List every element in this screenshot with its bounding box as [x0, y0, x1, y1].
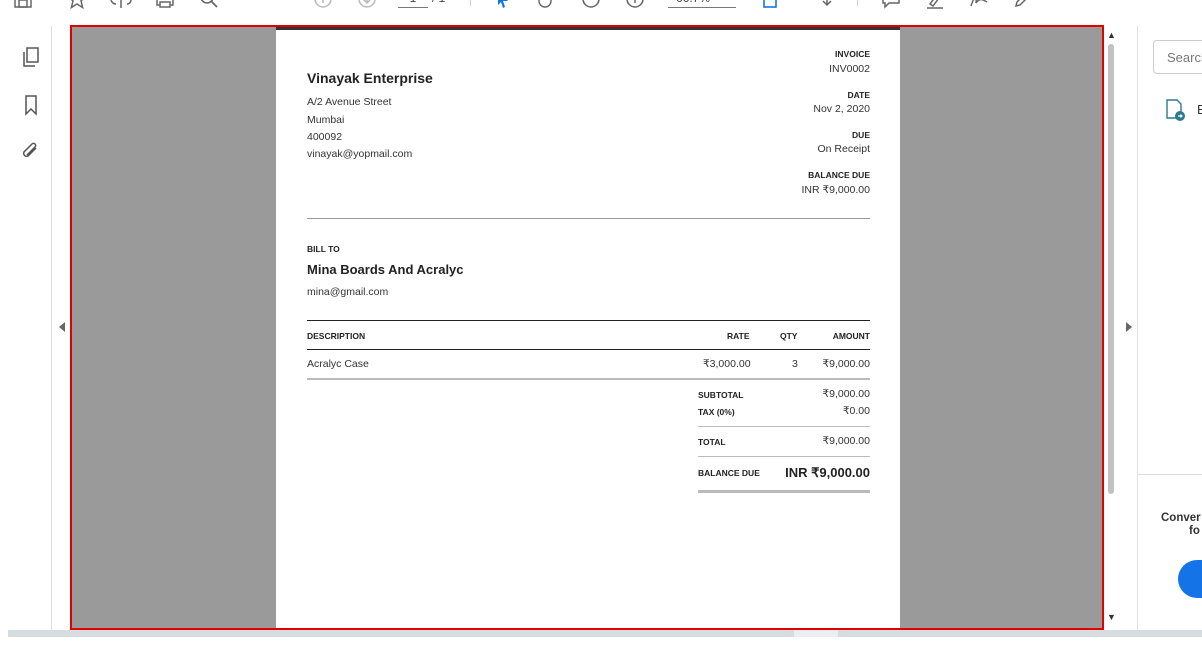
- final-balance-due-label: BALANCE DUE: [698, 468, 760, 478]
- search-icon[interactable]: [196, 0, 222, 12]
- tools-search-input[interactable]: Search: [1153, 40, 1202, 74]
- total-label: TOTAL: [698, 437, 726, 447]
- zoom-dropdown[interactable]: 66.7%: [668, 0, 736, 8]
- promo-text-line2: fo: [1189, 525, 1200, 537]
- bill-to-label: BILL TO: [307, 244, 340, 254]
- horizontal-scrollbar-thumb[interactable]: [794, 630, 838, 637]
- total-value: ₹9,000.00: [822, 435, 870, 447]
- balance-underline: [698, 490, 870, 493]
- export-pdf-icon[interactable]: [1164, 98, 1186, 122]
- column-qty: QTY: [780, 331, 798, 341]
- item-description: Acralyc Case: [307, 358, 369, 370]
- collapse-left-panel-icon[interactable]: [59, 322, 65, 332]
- company-email: vinayak@yopmail.com: [307, 148, 413, 160]
- toolbar-divider: [857, 0, 858, 6]
- date-label: DATE: [847, 90, 870, 100]
- summary-divider: [698, 426, 870, 427]
- invoice-label: INVOICE: [835, 49, 870, 59]
- save-icon[interactable]: [10, 0, 36, 12]
- comment-icon[interactable]: [878, 0, 904, 12]
- balance-due-label: BALANCE DUE: [808, 170, 870, 180]
- item-rate: ₹3,000.00: [703, 358, 751, 370]
- tax-label: TAX (0%): [698, 407, 735, 417]
- attachment-icon[interactable]: [20, 140, 42, 162]
- promo-text-line1: Conver: [1161, 512, 1201, 524]
- vertical-scrollbar[interactable]: ▲ ▼: [1104, 26, 1118, 630]
- window-edge: [0, 26, 8, 630]
- company-city: Mumbai: [307, 114, 345, 126]
- column-amount: AMOUNT: [832, 331, 870, 341]
- company-address: A/2 Avenue Street: [307, 96, 392, 108]
- client-email: mina@gmail.com: [307, 286, 389, 298]
- company-name: Vinayak Enterprise: [307, 70, 433, 86]
- promo-button[interactable]: [1178, 560, 1202, 598]
- due-label: DUE: [852, 130, 870, 140]
- company-zip: 400092: [307, 131, 343, 143]
- balance-due-value: INR ₹9,000.00: [801, 184, 870, 196]
- upload-icon[interactable]: [108, 0, 134, 12]
- item-qty: 3: [792, 358, 798, 370]
- due-value: On Receipt: [817, 143, 870, 155]
- divider: [307, 218, 870, 219]
- column-rate: RATE: [727, 331, 750, 341]
- item-amount: ₹9,000.00: [822, 358, 870, 370]
- page-number-input[interactable]: 1: [398, 0, 428, 8]
- zoom-out-icon[interactable]: [578, 0, 604, 12]
- print-icon[interactable]: [152, 0, 178, 12]
- highlight-icon[interactable]: [922, 0, 948, 12]
- tool-label[interactable]: E: [1197, 102, 1202, 117]
- star-icon[interactable]: [64, 0, 90, 12]
- pages-icon[interactable]: [20, 46, 42, 68]
- prev-page-icon[interactable]: [310, 0, 336, 12]
- scroll-down-icon[interactable]: ▼: [1107, 612, 1116, 622]
- summary-divider: [698, 456, 870, 457]
- invoice-number: INV0002: [829, 63, 870, 75]
- tax-value: ₹0.00: [842, 405, 870, 417]
- scroll-up-icon[interactable]: ▲: [1107, 30, 1116, 40]
- edit-icon[interactable]: [1010, 0, 1036, 12]
- zoom-in-icon[interactable]: [622, 0, 648, 12]
- date-value: Nov 2, 2020: [813, 103, 870, 115]
- document-viewport[interactable]: Vinayak Enterprise A/2 Avenue Street Mum…: [70, 25, 1104, 630]
- sign-icon[interactable]: [966, 0, 992, 12]
- toolbar-divider: [470, 0, 471, 6]
- scroll-mode-icon[interactable]: [814, 0, 840, 12]
- fit-page-icon[interactable]: [758, 0, 784, 12]
- client-name: Mina Boards And Acralyc: [307, 262, 464, 277]
- right-tools-pane: Search E Conver fo: [1138, 26, 1202, 630]
- select-icon[interactable]: [490, 0, 516, 12]
- subtotal-label: SUBTOTAL: [698, 390, 744, 400]
- page-total: / 1: [432, 0, 445, 10]
- left-navigation-rail: [8, 26, 52, 630]
- horizontal-scrollbar[interactable]: [8, 630, 1202, 637]
- promo-divider: [1138, 474, 1202, 475]
- table-header: DESCRIPTION RATE QTY AMOUNT: [307, 320, 870, 350]
- table-row: Acralyc Case ₹3,000.00 3 ₹9,000.00: [307, 350, 870, 380]
- final-balance-due-value: INR ₹9,000.00: [785, 465, 870, 480]
- next-page-icon[interactable]: [354, 0, 380, 12]
- column-description: DESCRIPTION: [307, 331, 366, 341]
- hand-icon[interactable]: [534, 0, 560, 12]
- scrollbar-thumb[interactable]: [1108, 44, 1114, 494]
- bookmark-icon[interactable]: [20, 94, 42, 116]
- subtotal-value: ₹9,000.00: [822, 388, 870, 400]
- toolbar: 1 / 1 66.7%: [0, 0, 1202, 16]
- invoice-page: Vinayak Enterprise A/2 Avenue Street Mum…: [276, 27, 900, 628]
- collapse-right-panel-icon[interactable]: [1126, 322, 1132, 332]
